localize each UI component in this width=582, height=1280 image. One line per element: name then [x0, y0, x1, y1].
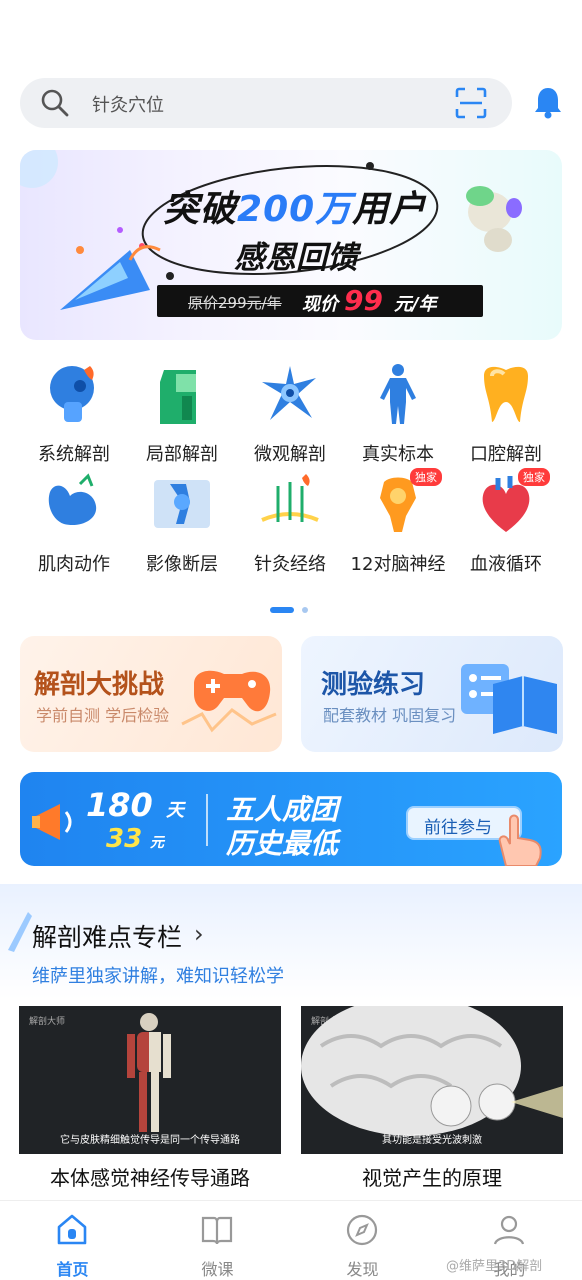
acupuncture-icon — [261, 474, 319, 522]
human-body-icon — [380, 364, 416, 424]
page-indicator — [270, 607, 312, 613]
promo-subtitle: 感恩回馈 — [234, 240, 358, 276]
card-subtitle: 学前自测 学后检验 — [36, 706, 170, 725]
group-buy-banner[interactable]: 180 天 33 元 五人成团 历史最低 前往参与 — [20, 772, 562, 866]
days-unit: 天 — [166, 800, 184, 821]
category-label: 真实标本 — [362, 444, 434, 465]
new-price-label: 现价 — [302, 294, 338, 315]
tab-label: 首页 — [56, 1260, 89, 1279]
skull-icon — [50, 366, 94, 422]
book-icon — [201, 1216, 233, 1245]
video-logo: 解剖大师 — [29, 1017, 66, 1027]
tab-label: 发现 — [346, 1260, 379, 1279]
video-thumbnail[interactable]: 解剖大师 其功能是接受光波刺激 — [301, 1006, 563, 1154]
category-label: 局部解剖 — [146, 444, 218, 465]
megaphone-icon — [32, 804, 72, 840]
card-subtitle: 配套教材 巩固复习 — [323, 706, 457, 725]
video-caption: 它与皮肤精细触觉传导是同一个传导通路 — [60, 1135, 240, 1146]
watermark: @维萨里3D解剖 — [446, 1259, 543, 1274]
torso-icon — [160, 370, 196, 424]
category-label: 口腔解剖 — [470, 444, 542, 465]
category-label: 肌肉动作 — [38, 554, 110, 575]
days-number: 180 — [86, 786, 153, 824]
group-line-2: 历史最低 — [226, 827, 339, 860]
arm-muscle-icon — [48, 473, 97, 526]
search-row: 针灸穴位 — [20, 78, 562, 128]
section-subtitle: 维萨里独家讲解，难知识轻松学 — [32, 966, 284, 987]
group-price-unit: 元 — [150, 835, 164, 851]
category-real-specimen[interactable]: 真实标本 — [340, 362, 456, 465]
chevron-right-icon[interactable]: › — [194, 920, 204, 948]
bell-icon[interactable] — [530, 84, 566, 120]
home-icon — [57, 1214, 87, 1245]
category-imaging-section[interactable]: 影像断层 — [124, 472, 240, 575]
video-caption: 其功能是接受光波刺激 — [382, 1135, 482, 1146]
exclusive-badge: 独家 — [518, 468, 550, 486]
tab-discover[interactable]: 发现 — [290, 1201, 435, 1280]
book-checklist-icon — [461, 664, 557, 734]
search-placeholder: 针灸穴位 — [92, 95, 164, 116]
category-label: 针灸经络 — [254, 554, 326, 575]
promo-banner[interactable]: 突破200万用户 感恩回馈 原价299元/年 现价 99 元/年 — [20, 150, 562, 340]
category-label: 12对脑神经 — [350, 554, 446, 575]
tab-micro-course[interactable]: 微课 — [145, 1201, 290, 1280]
skeleton-figure — [127, 1013, 171, 1132]
category-regional-anatomy[interactable]: 局部解剖 — [124, 362, 240, 465]
quiz-practice-card[interactable]: 测验练习 配套教材 巩固复习 — [301, 636, 563, 752]
scan-icon[interactable] — [454, 86, 488, 120]
category-muscle-action[interactable]: 肌肉动作 — [16, 472, 132, 575]
tooth-icon — [484, 366, 528, 422]
category-label: 影像断层 — [146, 554, 218, 575]
anatomy-challenge-card[interactable]: 解剖大挑战 学前自测 学后检验 — [20, 636, 282, 752]
search-input[interactable]: 针灸穴位 — [20, 78, 512, 128]
new-price: 99 — [344, 284, 383, 317]
category-micro-anatomy[interactable]: 微观解剖 — [232, 362, 348, 465]
promo-title: 突破200万用户 — [163, 189, 427, 230]
divider — [206, 794, 208, 846]
tab-home[interactable]: 首页 — [0, 1201, 145, 1280]
category-cranial-nerves[interactable]: 独家 12对脑神经 — [340, 468, 456, 575]
tab-label: 微课 — [201, 1260, 234, 1279]
new-price-unit: 元/年 — [394, 294, 437, 315]
xray-knee-icon — [154, 480, 210, 528]
old-price: 原价299元/年 — [188, 294, 282, 312]
category-label: 微观解剖 — [254, 444, 326, 465]
video-thumbnail[interactable]: 解剖大师 它与皮肤精细触觉传导是同一个传导通路 — [19, 1006, 281, 1154]
search-icon — [41, 89, 69, 117]
section-title[interactable]: 解剖难点专栏 — [32, 918, 182, 954]
page-dot-active — [270, 607, 294, 613]
exclusive-badge: 独家 — [410, 468, 442, 486]
user-icon — [493, 1215, 525, 1245]
category-label: 系统解剖 — [38, 444, 110, 465]
neuron-icon — [262, 366, 316, 420]
category-system-anatomy[interactable]: 系统解剖 — [16, 362, 132, 465]
category-label: 血液循环 — [470, 554, 542, 575]
hand-pointer-icon — [498, 814, 542, 866]
card-title: 解剖大挑战 — [34, 670, 165, 700]
group-price: 33 — [106, 824, 143, 854]
gamepad-icon — [181, 670, 277, 733]
scalpel-icon — [8, 912, 32, 952]
video-title[interactable]: 视觉产生的原理 — [301, 1162, 563, 1191]
compass-icon — [346, 1214, 378, 1246]
category-oral-anatomy[interactable]: 口腔解剖 — [448, 362, 564, 465]
page-dot[interactable] — [302, 607, 308, 613]
category-acupuncture[interactable]: 针灸经络 — [232, 472, 348, 575]
video-title[interactable]: 本体感觉神经传导通路 — [19, 1162, 281, 1191]
card-title: 测验练习 — [321, 670, 426, 700]
category-blood-circulation[interactable]: 独家 血液循环 — [448, 468, 564, 575]
